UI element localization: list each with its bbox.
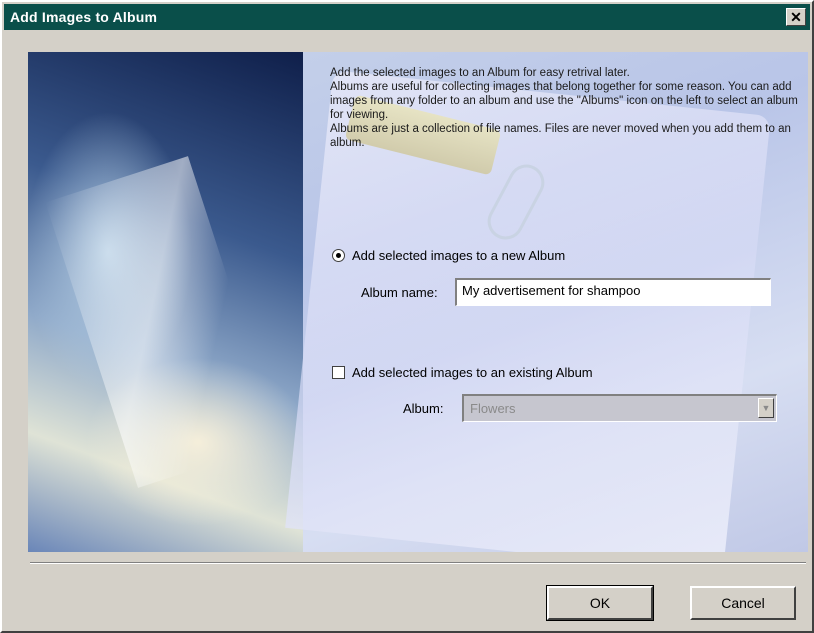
title-bar[interactable]: Add Images to Album ✕	[4, 4, 810, 30]
existing-album-option[interactable]: Add selected images to an existing Album	[332, 365, 593, 380]
album-artwork-image	[28, 52, 303, 552]
description-line-1: Add the selected images to an Album for …	[330, 67, 630, 79]
ok-button[interactable]: OK	[546, 585, 654, 621]
description-line-3: Albums are just a collection of file nam…	[330, 123, 791, 149]
new-album-option[interactable]: Add selected images to a new Album	[332, 248, 565, 263]
album-select-value: Flowers	[470, 401, 516, 416]
footer-separator	[30, 562, 806, 564]
album-select[interactable]: Flowers ▼	[462, 394, 777, 422]
description-text: Add the selected images to an Album for …	[330, 66, 800, 150]
description-line-2: Albums are useful for collecting images …	[330, 81, 798, 121]
close-icon: ✕	[790, 9, 802, 25]
cancel-button[interactable]: Cancel	[690, 586, 796, 620]
existing-album-option-label: Add selected images to an existing Album	[352, 365, 593, 380]
album-label: Album:	[403, 401, 444, 416]
album-name-input[interactable]: My advertisement for shampoo	[455, 278, 771, 306]
close-button[interactable]: ✕	[786, 8, 806, 26]
new-album-radio[interactable]	[332, 249, 345, 262]
add-images-dialog: Add Images to Album ✕ Add the selected i…	[0, 0, 814, 633]
window-title: Add Images to Album	[10, 9, 158, 25]
chevron-down-icon[interactable]: ▼	[758, 398, 774, 418]
existing-album-checkbox[interactable]	[332, 366, 345, 379]
album-name-label: Album name:	[361, 285, 438, 300]
new-album-option-label: Add selected images to a new Album	[352, 248, 566, 263]
